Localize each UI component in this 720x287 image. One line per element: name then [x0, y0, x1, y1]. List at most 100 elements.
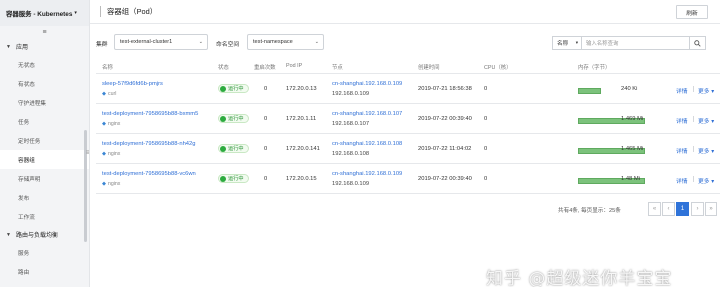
watermark: 知乎 @超级迷你羊宝宝	[486, 269, 673, 287]
more-label: 更多	[698, 89, 710, 95]
column-header-node: 节点	[332, 65, 343, 71]
node-ip: 192.168.0.107	[332, 121, 370, 127]
node-link[interactable]: cn-shanghai.192.168.0.109	[332, 171, 402, 177]
sidebar-item-pvc[interactable]: 存储声明	[0, 169, 89, 188]
cpu-usage: 0	[484, 176, 488, 182]
pod-image-label: curl	[108, 91, 117, 97]
restart-count: 0	[264, 86, 268, 92]
last-page-button[interactable]: »	[705, 202, 717, 216]
column-header-name: 名称	[102, 65, 113, 71]
memory-usage: 240 Ki	[621, 86, 638, 92]
node-link[interactable]: cn-shanghai.192.168.0.107	[332, 111, 402, 117]
pod-image-label: nginx	[108, 121, 121, 127]
pod-name-link[interactable]: test-deployment-7958695b88-nh42g	[102, 141, 195, 147]
memory-usage: 1.48 Mi	[621, 176, 641, 182]
memory-bar	[578, 88, 601, 94]
page-title: 容器组（Pod）	[107, 7, 158, 16]
sidebar-item-label: 无状态	[18, 62, 35, 69]
table-row: test-deployment-7958695b88-nh42g ◆ nginx …	[96, 134, 720, 164]
more-dropdown[interactable]: 更多 ▾	[698, 116, 714, 125]
more-label: 更多	[698, 149, 710, 155]
next-page-button[interactable]: ›	[691, 202, 704, 216]
column-header-pod-ip: Pod IP	[286, 63, 303, 69]
pod-image: ◆ curl	[102, 91, 116, 97]
sidebar-item-job[interactable]: 任务	[0, 112, 89, 131]
search-field-select[interactable]: 名称 ▾	[552, 36, 582, 50]
status-label: 运行中	[228, 176, 244, 182]
more-dropdown[interactable]: 更多 ▾	[698, 146, 714, 155]
node-ip: 192.168.0.109	[332, 181, 370, 187]
column-header-restarts: 重启次数	[254, 65, 276, 71]
pod-ip: 172.20.0.15	[286, 176, 317, 182]
pod-name-link[interactable]: test-deployment-7958695b88-vc6wn	[102, 171, 196, 177]
search-group: 名称 ▾ 输入名称查询	[552, 36, 706, 50]
column-header-cpu: CPU（核）	[484, 65, 512, 71]
more-dropdown[interactable]: 更多 ▾	[698, 86, 714, 95]
sidebar-item-release[interactable]: 发布	[0, 188, 89, 207]
sidebar-item-deployment[interactable]: 无状态	[0, 55, 89, 74]
pod-image: ◆ nginx	[102, 181, 120, 187]
table-row: test-deployment-7958695b88-bxmm5 ◆ nginx …	[96, 104, 720, 134]
search-button[interactable]	[690, 36, 706, 50]
status-label: 运行中	[228, 86, 244, 92]
node-link[interactable]: cn-shanghai.192.168.0.109	[332, 81, 402, 87]
pod-name-link[interactable]: test-deployment-7958695b88-bxmm5	[102, 111, 198, 117]
column-header-status: 状态	[218, 65, 229, 71]
pod-table: 名称 状态 重启次数 Pod IP 节点 创建时间 CPU（核） 内存（字节） …	[96, 58, 720, 194]
running-icon	[220, 115, 226, 122]
caret-down-icon: ▾	[711, 179, 715, 185]
first-page-button[interactable]: «	[648, 202, 661, 216]
prev-page-button[interactable]: ‹	[662, 202, 675, 216]
sidebar-item-daemonset[interactable]: 守护进程集	[0, 93, 89, 112]
menu-icon[interactable]: ≡	[0, 26, 89, 38]
pod-name-link[interactable]: sleep-57f9d6fd6b-pmjrs	[102, 81, 163, 87]
column-header-created: 创建时间	[418, 65, 440, 71]
cluster-select[interactable]: test-external-cluster1 ⌄	[114, 34, 208, 50]
more-dropdown[interactable]: 更多 ▾	[698, 176, 714, 185]
namespace-select[interactable]: test-namespace ⌄	[247, 34, 324, 50]
cpu-usage: 0	[484, 116, 488, 122]
docker-icon: ◆	[102, 151, 106, 157]
created-time: 2019-07-22 00:39:40	[418, 116, 472, 122]
detail-link[interactable]: 详情	[676, 176, 688, 185]
detail-link[interactable]: 详情	[676, 146, 688, 155]
action-divider	[693, 116, 694, 122]
search-input[interactable]: 输入名称查询	[582, 36, 690, 50]
detail-link[interactable]: 详情	[676, 86, 688, 95]
page-button-current[interactable]: 1	[676, 202, 689, 216]
node-link[interactable]: cn-shanghai.192.168.0.108	[332, 141, 402, 147]
more-label: 更多	[698, 179, 710, 185]
sidebar-item-statefulset[interactable]: 有状态	[0, 74, 89, 93]
sidebar-group-routing[interactable]: ▼ 路由与负载均衡	[0, 226, 89, 243]
sidebar-group-app[interactable]: ▼ 应用	[0, 38, 89, 55]
sidebar-product-title[interactable]: 容器服务 - Kubernetes ▾	[0, 0, 89, 26]
caret-down-icon: ▼	[6, 231, 11, 238]
sidebar-item-service[interactable]: 服务	[0, 243, 89, 262]
refresh-button[interactable]: 刷新	[676, 5, 708, 19]
drag-handle-icon[interactable]: ≡	[86, 150, 89, 156]
status-label: 运行中	[228, 146, 244, 152]
restart-count: 0	[264, 176, 268, 182]
cpu-usage: 0	[484, 86, 488, 92]
restart-count: 0	[264, 146, 268, 152]
chevron-down-icon: ⌄	[198, 39, 203, 45]
cluster-label: 集群	[96, 42, 108, 48]
sidebar-group-label: 路由与负载均衡	[15, 233, 58, 239]
sidebar-item-label: 守护进程集	[18, 100, 46, 107]
pod-image: ◆ nginx	[102, 121, 120, 127]
memory-usage: 1.465 Mi	[621, 146, 644, 152]
detail-link[interactable]: 详情	[676, 116, 688, 125]
sidebar-item-ingress[interactable]: 路由	[0, 262, 89, 281]
sidebar-item-pod[interactable]: 容器组	[0, 150, 89, 169]
sidebar-item-cronjob[interactable]: 定时任务	[0, 131, 89, 150]
table-row: sleep-57f9d6fd6b-pmjrs ◆ curl 运行中 0 172.2…	[96, 74, 720, 104]
cluster-select-value: test-external-cluster1	[120, 39, 173, 45]
search-icon	[694, 39, 701, 47]
sidebar-item-workflow[interactable]: 工作流	[0, 207, 89, 226]
status-badge: 运行中	[218, 174, 249, 183]
pod-ip: 172.20.1.11	[286, 116, 317, 122]
sidebar-scrollbar[interactable]	[84, 130, 87, 242]
sidebar-item-label: 存储声明	[18, 176, 41, 183]
node-ip: 192.168.0.109	[332, 91, 370, 97]
memory-usage: 1.469 Mi	[621, 116, 644, 122]
